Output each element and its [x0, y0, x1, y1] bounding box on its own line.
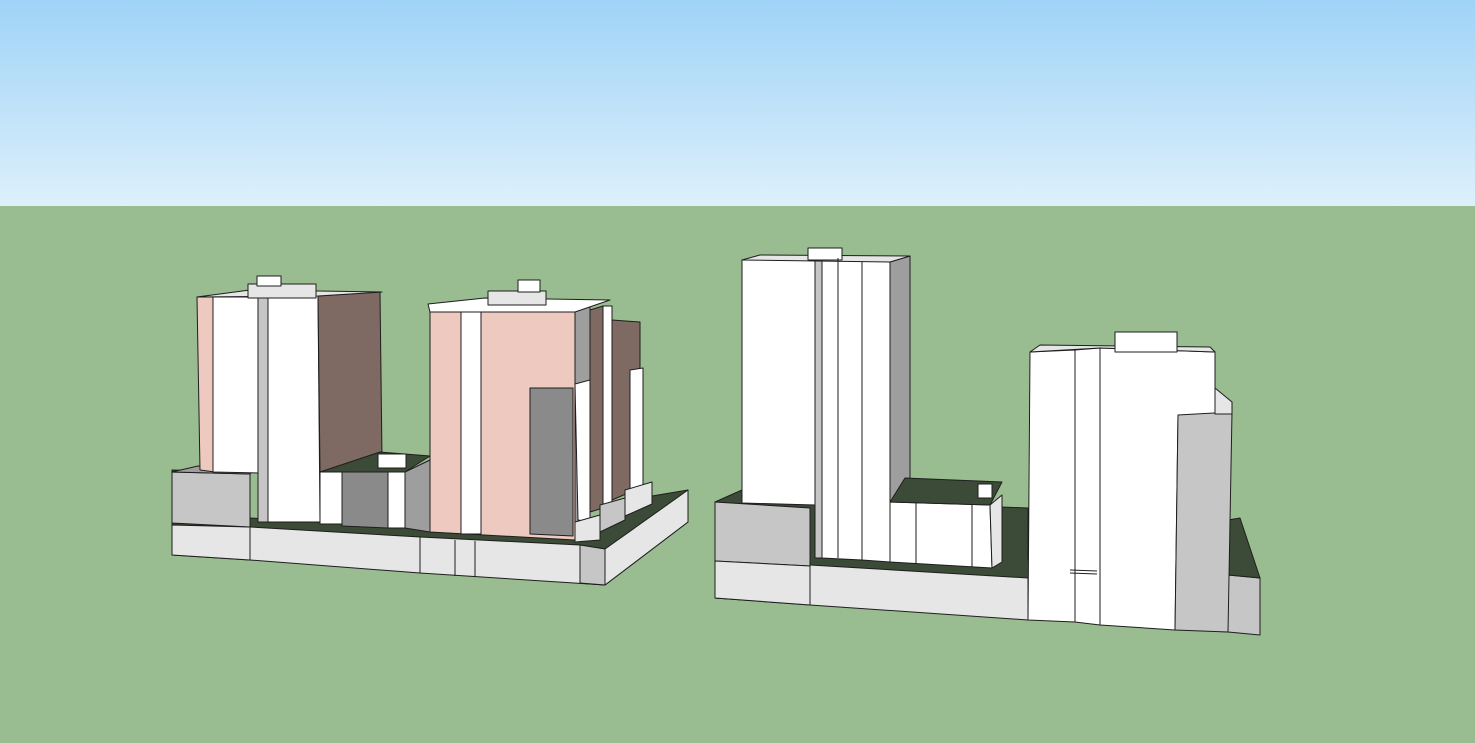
low-box-side [404, 459, 431, 533]
tower1-front [212, 296, 259, 474]
tower1-front2 [267, 295, 321, 523]
low-box-roof-unit [377, 453, 407, 469]
sketchup-viewport[interactable] [0, 0, 1475, 743]
tower2-brown-side [589, 305, 604, 513]
tall-tower-roof-unit [807, 247, 843, 261]
tower2-side-column [574, 379, 591, 523]
tower1-column [257, 296, 269, 523]
right-tower-roof-unit [1114, 331, 1178, 353]
tower2-roof-unit-top [517, 279, 541, 293]
tower2-roof-unit [487, 290, 547, 306]
tall-tower-front2 [821, 257, 863, 561]
right-tower-gray-panel [1174, 411, 1233, 633]
right-podium-box [714, 501, 811, 567]
left-podium-box [171, 471, 251, 528]
tall-tower-fin [861, 257, 891, 563]
right-low-box-roof-unit [977, 483, 993, 499]
tower1-pink-side [196, 296, 216, 473]
right-tower-front [1027, 349, 1076, 623]
tower1-brown-side [317, 291, 383, 473]
tower2-white-fin [602, 305, 613, 507]
tower2-white-column [460, 305, 482, 535]
tall-tower-column [814, 259, 823, 559]
tower1-roof-unit-top [256, 275, 282, 287]
low-box-front-white [387, 471, 406, 529]
3d-model-scene[interactable] [0, 0, 1475, 743]
left-podium-corner [171, 524, 251, 561]
left-podium-end [579, 544, 606, 586]
right-tower-front2 [1074, 347, 1101, 626]
tower2-gray-panel [529, 387, 574, 537]
right-low-box-side [989, 494, 1003, 569]
right-low-box-front [889, 501, 993, 569]
low-box-front-gray [341, 471, 389, 529]
sky [0, 0, 1475, 206]
left-building-group[interactable] [171, 275, 689, 586]
right-podium-box-lower [714, 560, 811, 606]
right-end-box-front [1227, 574, 1261, 636]
low-box-front [319, 471, 343, 525]
tall-tower-front [741, 259, 816, 506]
tall-tower-side [889, 255, 911, 503]
tower2-back-fin [629, 367, 644, 491]
